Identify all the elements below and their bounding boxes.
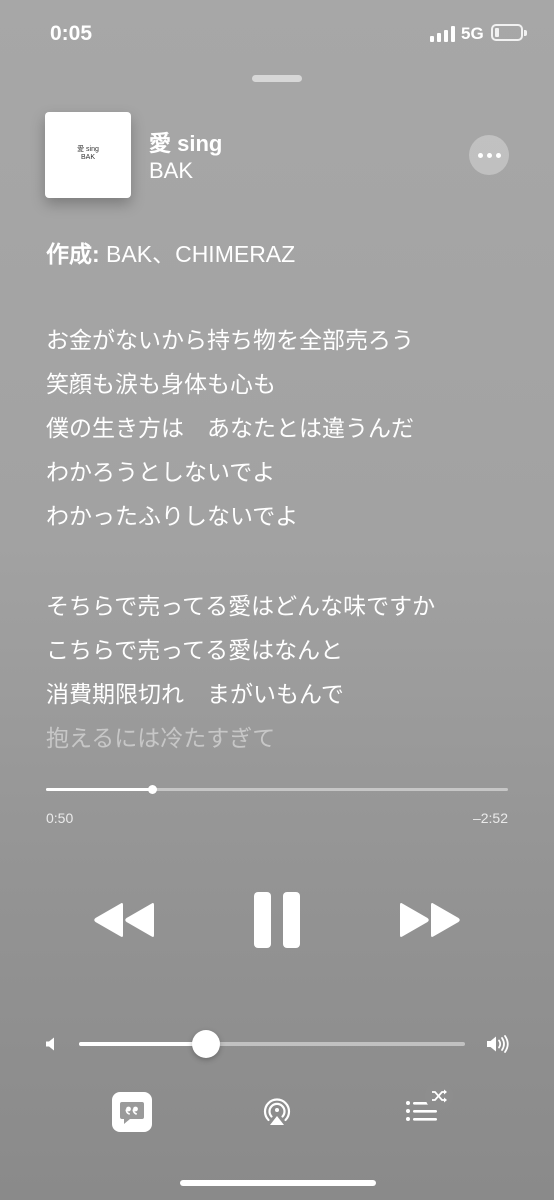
song-title[interactable]: 愛 sing [149, 126, 222, 158]
pause-icon [254, 892, 300, 948]
status-time: 0:05 [50, 22, 93, 45]
lyric-line[interactable]: 僕の生き方は あなたとは違うんだ [46, 406, 526, 450]
speaker-low-icon [46, 1037, 54, 1051]
volume-slider[interactable] [79, 1030, 465, 1058]
songwriter-credits: 作成: BAK、CHIMERAZ [46, 235, 295, 269]
fast-forward-icon [400, 903, 460, 937]
scrubber-knob[interactable] [148, 785, 158, 794]
artist-name[interactable]: BAK [149, 158, 193, 184]
sheet-grabber[interactable] [252, 75, 302, 82]
airplay-button[interactable] [259, 1094, 295, 1130]
lyric-line[interactable]: お金がないから持ち物を全部売ろう [46, 318, 526, 362]
artwork-title-text: 愛 sing [77, 146, 99, 153]
rewind-icon [94, 903, 154, 937]
shuffle-icon [432, 1089, 447, 1103]
more-options-button[interactable] [469, 135, 509, 175]
fast-forward-button[interactable] [399, 902, 461, 938]
volume-fill [79, 1042, 207, 1046]
lyric-line[interactable]: わかったふりしないでよ [46, 494, 526, 538]
lyric-line[interactable]: こちらで売ってる愛はなんと [46, 628, 526, 672]
rewind-button[interactable] [93, 902, 155, 938]
lyrics-quote-icon [120, 1102, 144, 1124]
lyric-line[interactable]: わかろうとしないでよ [46, 450, 526, 494]
shuffle-badge[interactable] [425, 1082, 453, 1110]
pause-button[interactable] [253, 892, 301, 948]
cellular-signal-icon [430, 26, 455, 42]
lyric-line[interactable]: そちらで売ってる愛はどんな味ですか [46, 584, 526, 628]
artwork-artist-text: BAK [80, 154, 95, 161]
home-indicator[interactable] [180, 1180, 376, 1186]
network-type: 5G [461, 24, 484, 43]
lyric-line[interactable]: 抱えるには冷たすぎて [46, 716, 526, 760]
lyrics-view[interactable]: お金がないから持ち物を全部売ろう 笑顔も涙も身体も心も 僕の生き方は あなたとは… [46, 318, 526, 760]
ellipsis-icon [477, 152, 483, 158]
lyric-line[interactable]: 消費期限切れ まがいもんで [46, 672, 526, 716]
playback-scrubber[interactable] [46, 785, 508, 794]
credits-label: 作成: [46, 241, 100, 267]
volume-knob[interactable] [192, 1030, 221, 1058]
elapsed-time: 0:50 [46, 810, 74, 826]
lyrics-button[interactable] [112, 1092, 152, 1132]
album-artwork[interactable]: 愛 sing BAK [45, 112, 131, 198]
credits-value: BAK、CHIMERAZ [99, 241, 296, 267]
speaker-high-icon [487, 1035, 509, 1053]
lyric-line[interactable]: 笑顔も涙も身体も心も [46, 362, 526, 406]
remaining-time: –2:52 [472, 810, 508, 826]
scrubber-elapsed-fill [46, 788, 153, 791]
battery-icon [491, 24, 527, 41]
